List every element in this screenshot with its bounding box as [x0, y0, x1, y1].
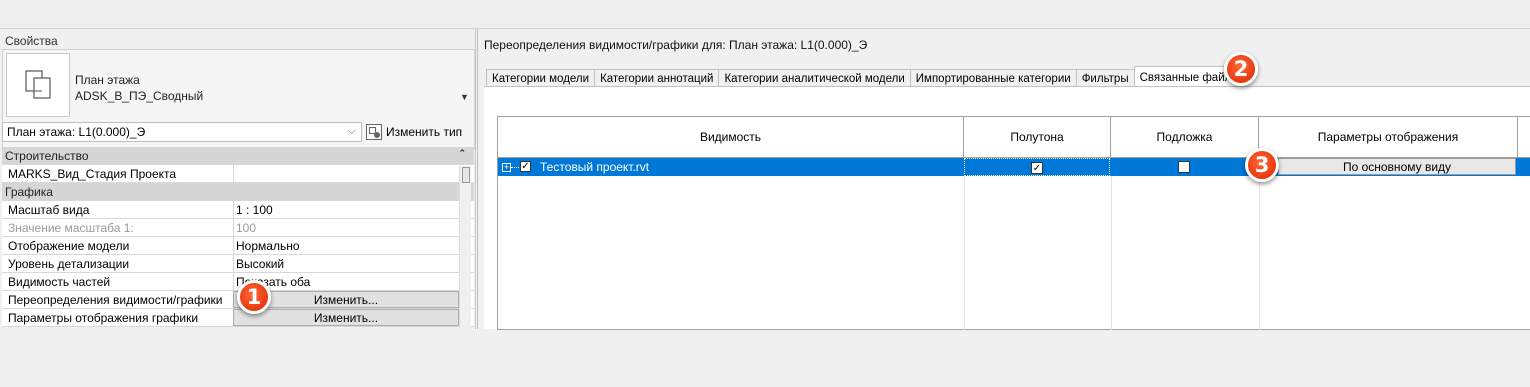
column-header-underlay[interactable]: Подложка: [1111, 117, 1259, 157]
tree-connector: [511, 167, 519, 168]
collapse-icon[interactable]: ⌃: [458, 148, 466, 159]
property-value: 100: [233, 219, 458, 236]
graphic-display-edit-button[interactable]: Изменить...: [233, 309, 459, 326]
property-row[interactable]: MARKS_Вид_Стадия Проекта: [2, 165, 474, 183]
expand-icon[interactable]: +: [502, 163, 511, 172]
type-family-name: План этажа: [75, 73, 140, 87]
property-row[interactable]: Отображение модели Нормально: [2, 237, 474, 255]
linked-file-name: Тестовый проект.rvt: [540, 160, 650, 174]
property-label: Переопределения видимости/графики: [8, 293, 223, 307]
halftone-checkbox[interactable]: ✓: [1031, 162, 1043, 174]
group-label: Графика: [5, 185, 53, 199]
property-row[interactable]: Масштаб вида 1 : 100: [2, 201, 474, 219]
property-label: MARKS_Вид_Стадия Проекта: [8, 167, 177, 181]
edit-type-icon: [366, 124, 382, 140]
property-value[interactable]: [233, 165, 458, 182]
column-divider: [1111, 176, 1112, 330]
edit-type-label: Изменить тип: [386, 125, 463, 139]
column-divider: [1259, 176, 1260, 330]
halftone-cell: ✓: [964, 158, 1110, 176]
chevron-down-icon: ⌵: [347, 125, 356, 137]
type-dropdown-arrow-icon[interactable]: ▼: [460, 92, 469, 102]
property-value[interactable]: Нормально: [233, 237, 458, 254]
floor-plan-type-icon: [6, 53, 70, 117]
properties-title: Свойства: [5, 34, 58, 48]
table-header: Видимость Полутона Подложка Параметры от…: [498, 117, 1530, 158]
instance-selector-value: План этажа: L1(0.000)_Э: [7, 125, 146, 139]
type-name: ADSK_В_ПЭ_Сводный: [75, 89, 204, 103]
display-settings-button[interactable]: По основному виду: [1278, 158, 1516, 175]
callout-marker-2: 2: [1224, 52, 1258, 86]
visibility-checkbox[interactable]: ✓: [520, 161, 531, 172]
instance-selector-dropdown[interactable]: План этажа: L1(0.000)_Э ⌵: [2, 122, 362, 142]
linked-files-table: Видимость Полутона Подложка Параметры от…: [497, 116, 1530, 330]
group-construction[interactable]: Строительство ⌃: [2, 147, 474, 165]
callout-marker-1: 1: [237, 280, 271, 314]
callout-marker-3: 3: [1245, 148, 1279, 182]
column-header-display-settings[interactable]: Параметры отображения: [1259, 117, 1518, 157]
property-label: Значение масштаба 1:: [8, 221, 134, 235]
property-value[interactable]: 1 : 100: [233, 201, 458, 218]
group-graphics[interactable]: Графика ⌃: [2, 183, 474, 201]
column-header-halftone[interactable]: Полутона: [964, 117, 1111, 157]
top-toolbar-strip: [0, 0, 1530, 29]
property-row: Значение масштаба 1: 100: [2, 219, 474, 237]
column-header-visibility[interactable]: Видимость: [498, 117, 964, 157]
property-value[interactable]: Высокий: [233, 255, 458, 272]
property-label: Видимость частей: [8, 275, 111, 289]
scrollbar-thumb[interactable]: [462, 167, 470, 183]
table-row[interactable]: + ✓ Тестовый проект.rvt ✓ По основному в…: [498, 158, 1530, 176]
tab-panel: Видимость Полутона Подложка Параметры от…: [484, 86, 1530, 330]
column-divider: [964, 176, 965, 330]
properties-panel: Свойства План этажа ADSK_В_ПЭ_Сводный ▼ …: [0, 29, 476, 329]
group-label: Строительство: [5, 149, 89, 163]
dialog-title: Переопределения видимости/графики для: П…: [484, 38, 868, 52]
property-label: Параметры отображения графики: [8, 311, 199, 325]
property-label: Отображение модели: [8, 239, 130, 253]
property-row: Параметры отображения графики Изменить..…: [2, 309, 474, 327]
property-label: Уровень детализации: [8, 257, 130, 271]
edit-type-button[interactable]: Изменить тип: [366, 122, 462, 142]
vg-overrides-dialog: Переопределения видимости/графики для: П…: [477, 29, 1530, 330]
underlay-checkbox[interactable]: [1178, 161, 1190, 173]
properties-scrollbar[interactable]: [459, 166, 471, 329]
property-label: Масштаб вида: [8, 203, 90, 217]
property-row[interactable]: Уровень детализации Высокий: [2, 255, 474, 273]
